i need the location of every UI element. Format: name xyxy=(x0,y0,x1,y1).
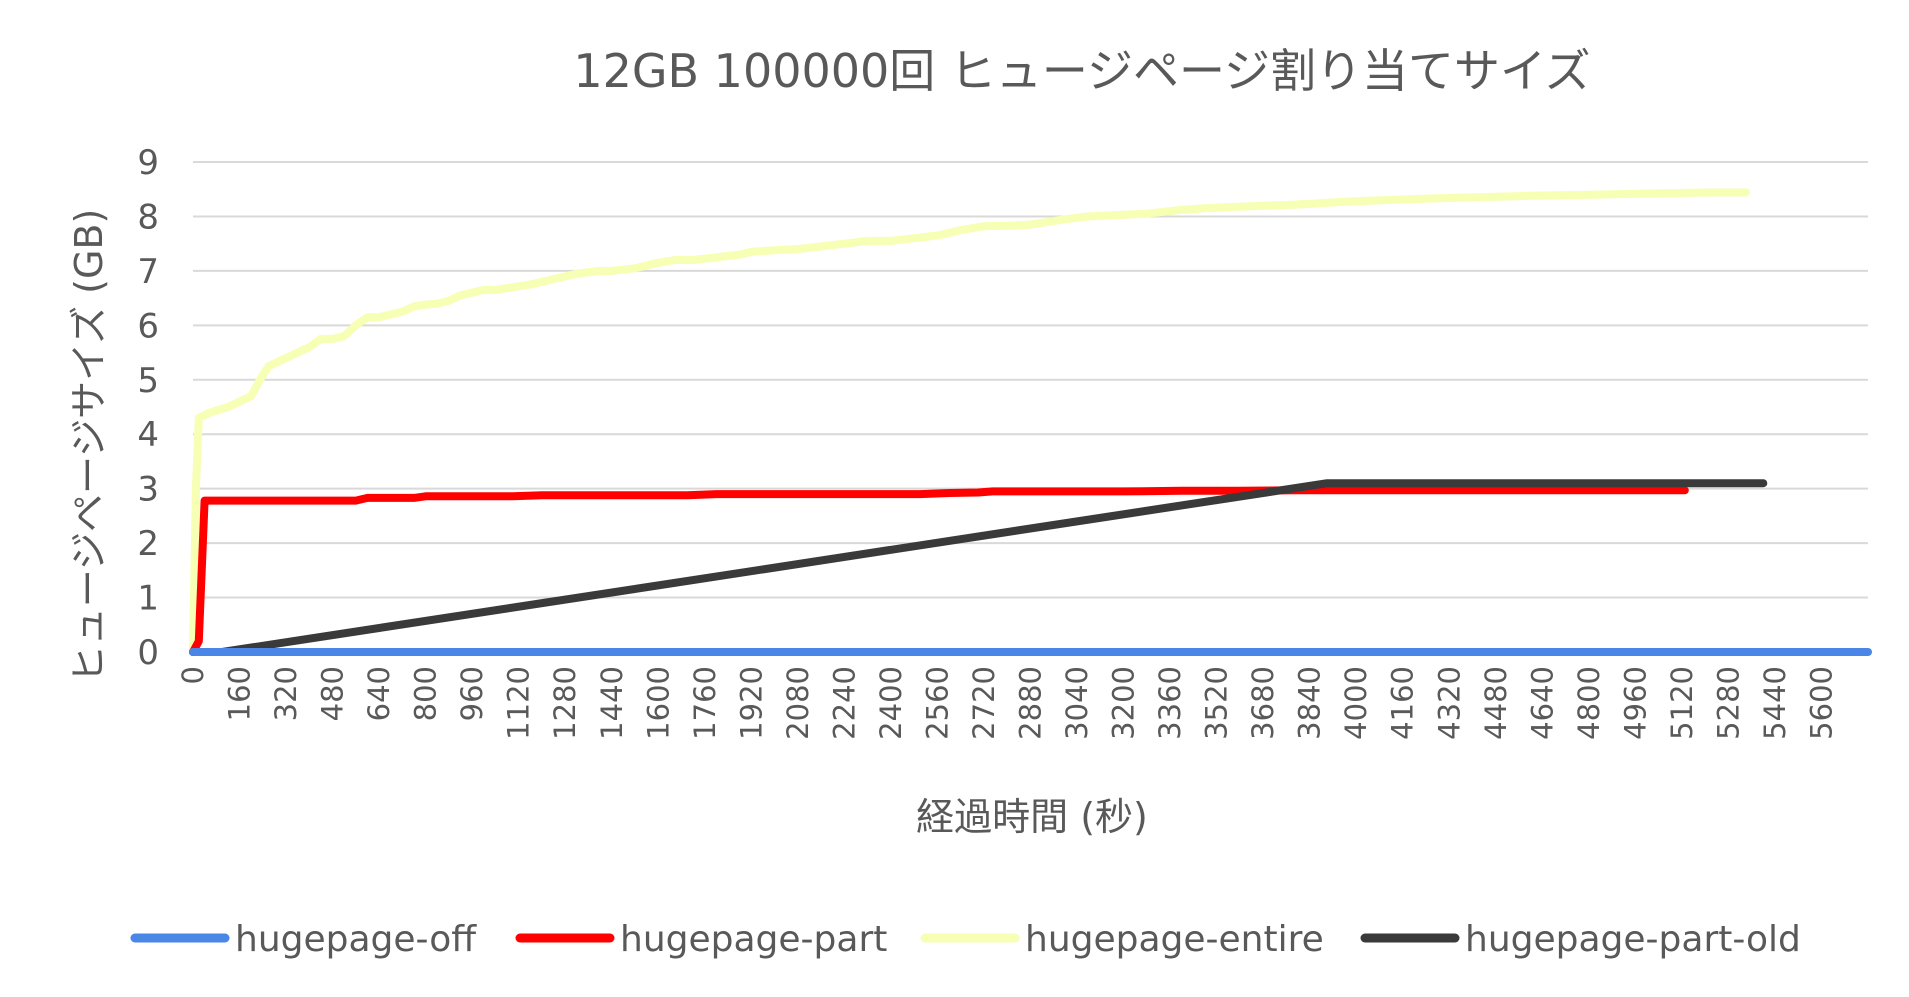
x-tick-label: 5280 xyxy=(1711,666,1745,740)
x-tick-label: 2240 xyxy=(827,666,861,740)
x-tick-label: 480 xyxy=(316,666,350,721)
line-chart: 12GB 100000回 ヒュージページ割り当てサイズ 0 1 2 3 4 5 6 7 8 9 0… xyxy=(67,44,1872,960)
x-tick-label: 2080 xyxy=(781,666,815,740)
y-tick-label: 7 xyxy=(137,252,159,292)
y-tick-label: 9 xyxy=(137,143,159,183)
x-tick-label: 3200 xyxy=(1107,666,1141,740)
series-line-hugepage-part-old xyxy=(189,479,1768,656)
x-tick-label: 1760 xyxy=(688,666,722,740)
series-lines xyxy=(189,188,1872,656)
y-axis-title: ヒュージページサイズ (GB) xyxy=(67,209,111,684)
y-tick-label: 2 xyxy=(137,524,159,564)
x-tick-label: 4640 xyxy=(1525,666,1559,740)
x-tick-label: 1440 xyxy=(595,666,629,740)
x-tick-label: 3360 xyxy=(1153,666,1187,740)
x-tick-label: 4320 xyxy=(1432,666,1466,740)
y-tick-label: 4 xyxy=(137,415,159,455)
y-tick-label: 8 xyxy=(137,197,159,237)
y-tick-label: 5 xyxy=(137,361,159,401)
x-tick-label: 4960 xyxy=(1618,666,1652,740)
x-tick-label: 2400 xyxy=(874,666,908,740)
series-line-hugepage-entire xyxy=(189,188,1750,656)
x-tick-label: 4800 xyxy=(1572,666,1606,740)
x-tick-label: 2720 xyxy=(967,666,1001,740)
x-tick-label: 2560 xyxy=(920,666,954,740)
legend-label-hugepage-part: hugepage-part xyxy=(620,919,887,960)
x-tick-label: 3040 xyxy=(1060,666,1094,740)
y-tick-label: 0 xyxy=(137,633,159,673)
x-tick-label: 800 xyxy=(409,666,443,721)
x-tick-label: 160 xyxy=(223,666,257,721)
x-tick-label: 1280 xyxy=(548,666,582,740)
x-tick-label: 5440 xyxy=(1758,666,1792,740)
x-tick-label: 0 xyxy=(176,666,210,684)
x-tick-label: 5120 xyxy=(1665,666,1699,740)
x-tick-label: 1920 xyxy=(734,666,768,740)
x-axis-title: 経過時間 (秒) xyxy=(916,795,1148,839)
x-tick-label: 3680 xyxy=(1246,666,1280,740)
x-tick-label: 3520 xyxy=(1200,666,1234,740)
y-tick-label: 3 xyxy=(137,470,159,510)
series-line-hugepage-part xyxy=(189,486,1689,656)
x-tick-label: 320 xyxy=(269,666,303,721)
x-tick-label: 4160 xyxy=(1386,666,1420,740)
legend-label-hugepage-part-old: hugepage-part-old xyxy=(1465,919,1801,960)
x-tick-label: 1120 xyxy=(502,666,536,740)
legend-label-hugepage-off: hugepage-off xyxy=(235,919,477,960)
y-axis-ticks: 0 1 2 3 4 5 6 7 8 9 xyxy=(137,143,159,673)
x-tick-label: 4000 xyxy=(1339,666,1373,740)
legend-label-hugepage-entire: hugepage-entire xyxy=(1025,919,1324,960)
x-tick-label: 640 xyxy=(362,666,396,721)
x-tick-label: 2880 xyxy=(1014,666,1048,740)
x-tick-label: 1600 xyxy=(641,666,675,740)
x-tick-label: 3840 xyxy=(1293,666,1327,740)
legend: hugepage-off hugepage-part hugepage-entire… xyxy=(130,919,1801,960)
x-tick-label: 5600 xyxy=(1804,666,1838,740)
y-tick-label: 6 xyxy=(137,306,159,346)
x-tick-label: 4480 xyxy=(1479,666,1513,740)
x-tick-label: 960 xyxy=(455,666,489,721)
x-axis-ticks: 0 160 320 480 640 800 960 1120 1280 1440 1600 1760 1… xyxy=(176,666,1838,740)
chart-title: 12GB 100000回 ヒュージページ割り当てサイズ xyxy=(573,44,1590,98)
y-tick-label: 1 xyxy=(137,579,159,619)
